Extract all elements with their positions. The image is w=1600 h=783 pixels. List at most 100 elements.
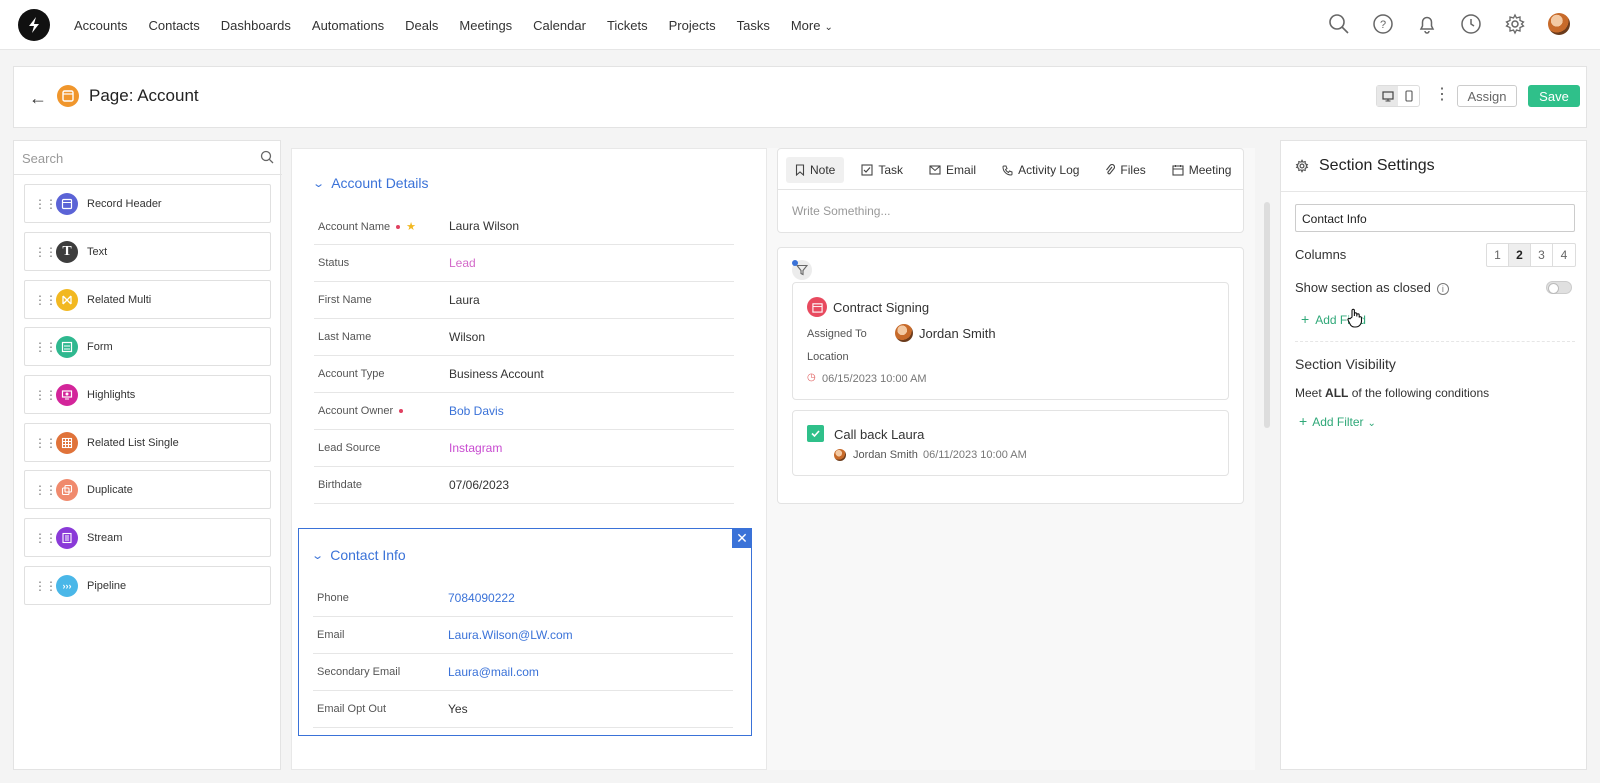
tab-email[interactable]: Email bbox=[920, 157, 985, 183]
nav-item-deals[interactable]: Deals bbox=[405, 18, 438, 33]
component-related-list-single[interactable]: ⋮⋮ Related List Single bbox=[24, 423, 271, 462]
nav-item-dashboards[interactable]: Dashboards bbox=[221, 18, 291, 33]
tab-note[interactable]: Note bbox=[786, 157, 845, 183]
app-logo-icon[interactable] bbox=[18, 9, 50, 41]
component-pipeline[interactable]: ⋮⋮ ››› Pipeline bbox=[24, 566, 271, 605]
field-row[interactable]: Account Name ★ Laura Wilson bbox=[314, 208, 734, 245]
mobile-view-icon[interactable] bbox=[1398, 86, 1419, 106]
component-form[interactable]: ⋮⋮ Form bbox=[24, 327, 271, 366]
back-arrow-icon[interactable]: ← bbox=[29, 88, 47, 109]
add-filter-link[interactable]: + Add Filter ⌄ bbox=[1299, 413, 1376, 429]
field-row[interactable]: Secondary Email Laura@mail.com bbox=[313, 654, 733, 691]
drag-handle-icon[interactable]: ⋮⋮ bbox=[34, 484, 57, 496]
drag-handle-icon[interactable]: ⋮⋮ bbox=[34, 246, 57, 258]
top-navbar: Accounts Contacts Dashboards Automations… bbox=[0, 0, 1600, 50]
section-name-input[interactable]: Contact Info bbox=[1295, 204, 1575, 232]
drag-handle-icon[interactable]: ⋮⋮ bbox=[34, 532, 57, 544]
assignee-name[interactable]: Jordan Smith bbox=[919, 326, 996, 341]
clock-icon[interactable] bbox=[1460, 13, 1482, 35]
field-row[interactable]: Status Lead bbox=[314, 245, 734, 282]
activity-composer: Note Task Email Activity Log Files Meeti… bbox=[777, 148, 1244, 233]
section-header-contact-info[interactable]: ⌄ Contact Info bbox=[311, 547, 406, 563]
field-row[interactable]: Lead Source Instagram bbox=[314, 430, 734, 467]
task-checked-icon[interactable] bbox=[807, 425, 824, 442]
field-row[interactable]: Birthdate 07/06/2023 bbox=[314, 467, 734, 504]
component-label: Pipeline bbox=[87, 579, 127, 592]
search-input[interactable]: Search bbox=[22, 151, 63, 166]
show-closed-toggle[interactable] bbox=[1546, 281, 1572, 294]
duplicate-icon bbox=[56, 478, 78, 501]
component-record-header[interactable]: ⋮⋮ Record Header bbox=[24, 184, 271, 223]
tab-activity-log[interactable]: Activity Log bbox=[993, 157, 1088, 183]
search-icon[interactable] bbox=[1328, 13, 1350, 35]
section-title: Contact Info bbox=[330, 547, 406, 563]
drag-handle-icon[interactable]: ⋮⋮ bbox=[34, 341, 57, 353]
field-row[interactable]: Phone 7084090222 bbox=[313, 580, 733, 617]
field-row[interactable]: Account Owner Bob Davis bbox=[314, 393, 734, 430]
field-row[interactable]: First Name Laura bbox=[314, 282, 734, 319]
drag-handle-icon[interactable]: ⋮⋮ bbox=[34, 389, 57, 401]
close-icon[interactable]: ✕ bbox=[732, 528, 752, 548]
field-value: Wilson bbox=[449, 330, 486, 344]
columns-option-4[interactable]: 4 bbox=[1553, 244, 1575, 266]
columns-option-2[interactable]: 2 bbox=[1509, 244, 1531, 266]
component-stream[interactable]: ⋮⋮ Stream bbox=[24, 518, 271, 557]
columns-option-3[interactable]: 3 bbox=[1531, 244, 1553, 266]
tab-label: Email bbox=[946, 163, 977, 177]
show-closed-text: Show section as closed bbox=[1295, 280, 1431, 295]
note-input[interactable]: Write Something... bbox=[778, 189, 1243, 233]
user-avatar[interactable] bbox=[1548, 13, 1570, 35]
field-row[interactable]: Email Laura.Wilson@LW.com bbox=[313, 617, 733, 654]
save-button[interactable]: Save bbox=[1528, 85, 1580, 107]
envelope-icon bbox=[929, 165, 941, 175]
columns-selector: 1 2 3 4 bbox=[1486, 243, 1576, 267]
gear-icon[interactable] bbox=[1504, 13, 1526, 35]
nav-item-accounts[interactable]: Accounts bbox=[74, 18, 127, 33]
nav-item-automations[interactable]: Automations bbox=[312, 18, 384, 33]
drag-handle-icon[interactable]: ⋮⋮ bbox=[34, 198, 57, 210]
tab-files[interactable]: Files bbox=[1096, 157, 1154, 183]
bell-icon[interactable] bbox=[1416, 13, 1438, 35]
nav-item-projects[interactable]: Projects bbox=[669, 18, 716, 33]
field-row[interactable]: Email Opt Out Yes bbox=[313, 691, 733, 728]
field-value-email[interactable]: Laura.Wilson@LW.com bbox=[448, 628, 573, 642]
task-card[interactable]: Call back Laura Jordan Smith 06/11/2023 … bbox=[792, 410, 1229, 476]
chevron-down-icon[interactable]: ⌄ bbox=[311, 549, 324, 562]
nav-item-meetings[interactable]: Meetings bbox=[459, 18, 512, 33]
component-highlights[interactable]: ⋮⋮ Highlights bbox=[24, 375, 271, 414]
visibility-title: Section Visibility bbox=[1295, 356, 1396, 372]
component-duplicate[interactable]: ⋮⋮ Duplicate bbox=[24, 470, 271, 509]
canvas-scrollbar[interactable] bbox=[1264, 202, 1270, 428]
clock-icon: ◷ bbox=[807, 372, 816, 383]
nav-more-menu[interactable]: More ⌄ bbox=[791, 17, 833, 33]
components-search[interactable]: Search bbox=[14, 141, 282, 175]
field-value-phone[interactable]: 7084090222 bbox=[448, 591, 515, 605]
drag-handle-icon[interactable]: ⋮⋮ bbox=[34, 580, 57, 592]
nav-item-tasks[interactable]: Tasks bbox=[737, 18, 770, 33]
meeting-card[interactable]: Contract Signing Assigned To Jordan Smit… bbox=[792, 282, 1229, 400]
component-text[interactable]: ⋮⋮ T Text bbox=[24, 232, 271, 271]
nav-item-calendar[interactable]: Calendar bbox=[533, 18, 586, 33]
help-icon[interactable]: ? bbox=[1372, 13, 1394, 35]
tab-meeting[interactable]: Meeting bbox=[1163, 157, 1241, 183]
section-contact-info-selected[interactable]: ⌄ Contact Info Phone 7084090222 Email La… bbox=[298, 528, 752, 736]
field-row[interactable]: Last Name Wilson bbox=[314, 319, 734, 356]
assign-button[interactable]: Assign bbox=[1457, 85, 1517, 107]
columns-option-1[interactable]: 1 bbox=[1487, 244, 1509, 266]
nav-item-tickets[interactable]: Tickets bbox=[607, 18, 648, 33]
section-header-account-details[interactable]: ⌄ Account Details bbox=[312, 175, 428, 191]
field-value-owner-link[interactable]: Bob Davis bbox=[449, 404, 504, 418]
desktop-view-icon[interactable] bbox=[1377, 86, 1398, 106]
tab-label: Note bbox=[810, 163, 836, 177]
tab-task[interactable]: Task bbox=[852, 157, 912, 183]
chevron-down-icon[interactable]: ⌄ bbox=[312, 177, 325, 190]
nav-item-contacts[interactable]: Contacts bbox=[148, 18, 199, 33]
tab-label: Activity Log bbox=[1018, 163, 1080, 177]
info-icon[interactable]: i bbox=[1436, 282, 1449, 295]
field-value-secondary-email[interactable]: Laura@mail.com bbox=[448, 665, 539, 679]
drag-handle-icon[interactable]: ⋮⋮ bbox=[34, 437, 57, 449]
more-options-icon[interactable]: ⋮ bbox=[1434, 86, 1450, 104]
component-related-multi[interactable]: ⋮⋮ Related Multi bbox=[24, 280, 271, 319]
drag-handle-icon[interactable]: ⋮⋮ bbox=[34, 294, 57, 306]
field-row[interactable]: Account Type Business Account bbox=[314, 356, 734, 393]
